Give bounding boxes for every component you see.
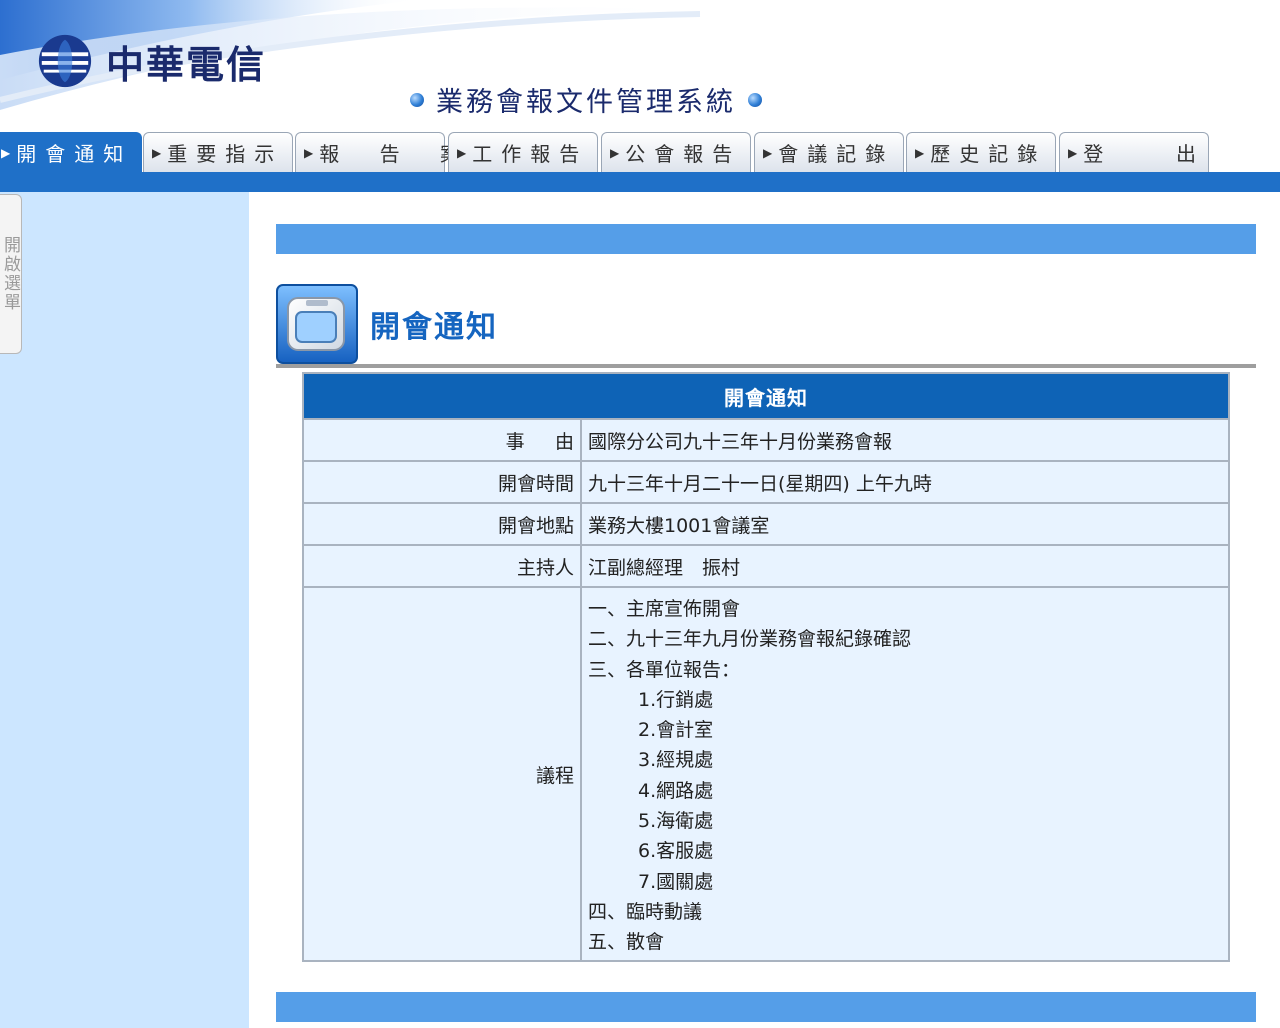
agenda-item: 四、臨時動議 [588, 900, 703, 923]
header: 中華電信 業務會報文件管理系統 [0, 0, 1280, 132]
bullet-icon [410, 92, 424, 107]
row-label: 議程 [304, 588, 582, 960]
agenda-subitem: 6.客服處 [638, 840, 714, 863]
row-value: 業務大樓1001會議室 [588, 514, 770, 537]
agenda-subitem: 5.海衛處 [638, 810, 714, 833]
table-row: 開會時間 九十三年十月二十一日(星期四) 上午九時 [304, 460, 1228, 502]
row-label: 事由 [304, 420, 582, 460]
meeting-notice-table: 開會通知 事由 國際分公司九十三年十月份業務會報 開會時間 九十三年十月二十一日… [302, 372, 1230, 962]
agenda-subitem: 2.會計室 [638, 719, 714, 742]
tab-important-instructions[interactable]: ▶ 重要指示 [143, 132, 293, 172]
agenda-subitem: 3.經規處 [638, 749, 714, 772]
triangle-right-icon: ▶ [457, 145, 467, 160]
triangle-right-icon: ▶ [1, 145, 11, 160]
page-header: 開會通知 [276, 284, 498, 364]
main-nav-tabs: ▶ 開會通知 ▶ 重要指示 ▶ 報 告 案 ▶ 工作報告 ▶ 公會報告 ▶ 會議… [0, 132, 1280, 172]
cht-logo-icon [38, 34, 92, 88]
content-bottom-bar [276, 992, 1256, 1022]
tab-label: 會議記錄 [778, 142, 895, 166]
row-value: 九十三年十月二十一日(星期四) 上午九時 [588, 472, 932, 495]
agenda-item: 二、九十三年九月份業務會報紀錄確認 [588, 628, 912, 651]
row-value: 國際分公司九十三年十月份業務會報 [588, 430, 893, 453]
triangle-right-icon: ▶ [610, 145, 620, 160]
triangle-right-icon: ▶ [915, 145, 925, 160]
tab-underline-bar [0, 172, 1280, 192]
agenda-item: 一、主席宣佈開會 [588, 598, 741, 620]
tab-work-report[interactable]: ▶ 工作報告 [448, 132, 598, 172]
tab-label: 重要指示 [167, 142, 284, 166]
agenda-list: 一、主席宣佈開會 二、九十三年九月份業務會報紀錄確認 三、各單位報告： 1.行銷… [588, 588, 911, 958]
table-row-agenda: 議程 一、主席宣佈開會 二、九十三年九月份業務會報紀錄確認 三、各單位報告： 1… [304, 586, 1228, 960]
row-label: 開會地點 [304, 504, 582, 544]
notice-table-title: 開會通知 [304, 374, 1228, 418]
content-top-bar [276, 224, 1256, 254]
tab-label: 歷史記錄 [930, 142, 1047, 166]
table-row: 主持人 江副總經理 振村 [304, 544, 1228, 586]
company-name: 中華電信 [106, 42, 267, 87]
company-logo: 中華電信 [36, 32, 266, 90]
tab-label: 公會報告 [625, 142, 742, 166]
tab-logout[interactable]: ▶ 登 出 [1059, 132, 1209, 172]
triangle-right-icon: ▶ [1068, 145, 1078, 160]
triangle-right-icon: ▶ [304, 145, 314, 160]
row-value: 一、主席宣佈開會 二、九十三年九月份業務會報紀錄確認 三、各單位報告： 1.行銷… [582, 588, 1228, 960]
triangle-right-icon: ▶ [152, 145, 162, 160]
agenda-subitem: 4.網路處 [638, 779, 714, 802]
page-title: 開會通知 [370, 310, 498, 345]
tab-meeting-minutes[interactable]: ▶ 會議記錄 [754, 132, 904, 172]
tab-meeting-notice[interactable]: ▶ 開會通知 [0, 132, 142, 172]
sidebar-toggle-label: 開啟選單 [0, 236, 20, 312]
table-row: 開會地點 業務大樓1001會議室 [304, 502, 1228, 544]
sidebar: 開啟選單 [0, 192, 249, 1028]
row-label: 開會時間 [304, 462, 582, 502]
system-title: 業務會報文件管理系統 [410, 80, 762, 119]
header-divider [276, 364, 1256, 368]
tab-history[interactable]: ▶ 歷史記錄 [906, 132, 1056, 172]
agenda-subitem: 7.國關處 [638, 870, 714, 893]
agenda-item: 五、散會 [588, 931, 665, 954]
row-value: 江副總經理 振村 [588, 556, 741, 579]
system-title-text: 業務會報文件管理系統 [436, 87, 736, 118]
tab-label: 登 出 [1083, 142, 1216, 166]
document-window-icon [276, 284, 358, 364]
tab-reports[interactable]: ▶ 報 告 案 [295, 132, 460, 172]
bullet-icon [748, 92, 762, 107]
tab-union-report[interactable]: ▶ 公會報告 [601, 132, 751, 172]
tab-label: 工作報告 [472, 142, 589, 166]
triangle-right-icon: ▶ [763, 145, 773, 160]
row-label: 主持人 [304, 546, 582, 586]
sidebar-toggle-button[interactable]: 開啟選單 [0, 194, 22, 354]
agenda-subitem: 1.行銷處 [638, 688, 714, 711]
agenda-item: 三、各單位報告： [588, 658, 741, 681]
tab-label: 開會通知 [16, 142, 133, 166]
table-row: 事由 國際分公司九十三年十月份業務會報 [304, 418, 1228, 460]
